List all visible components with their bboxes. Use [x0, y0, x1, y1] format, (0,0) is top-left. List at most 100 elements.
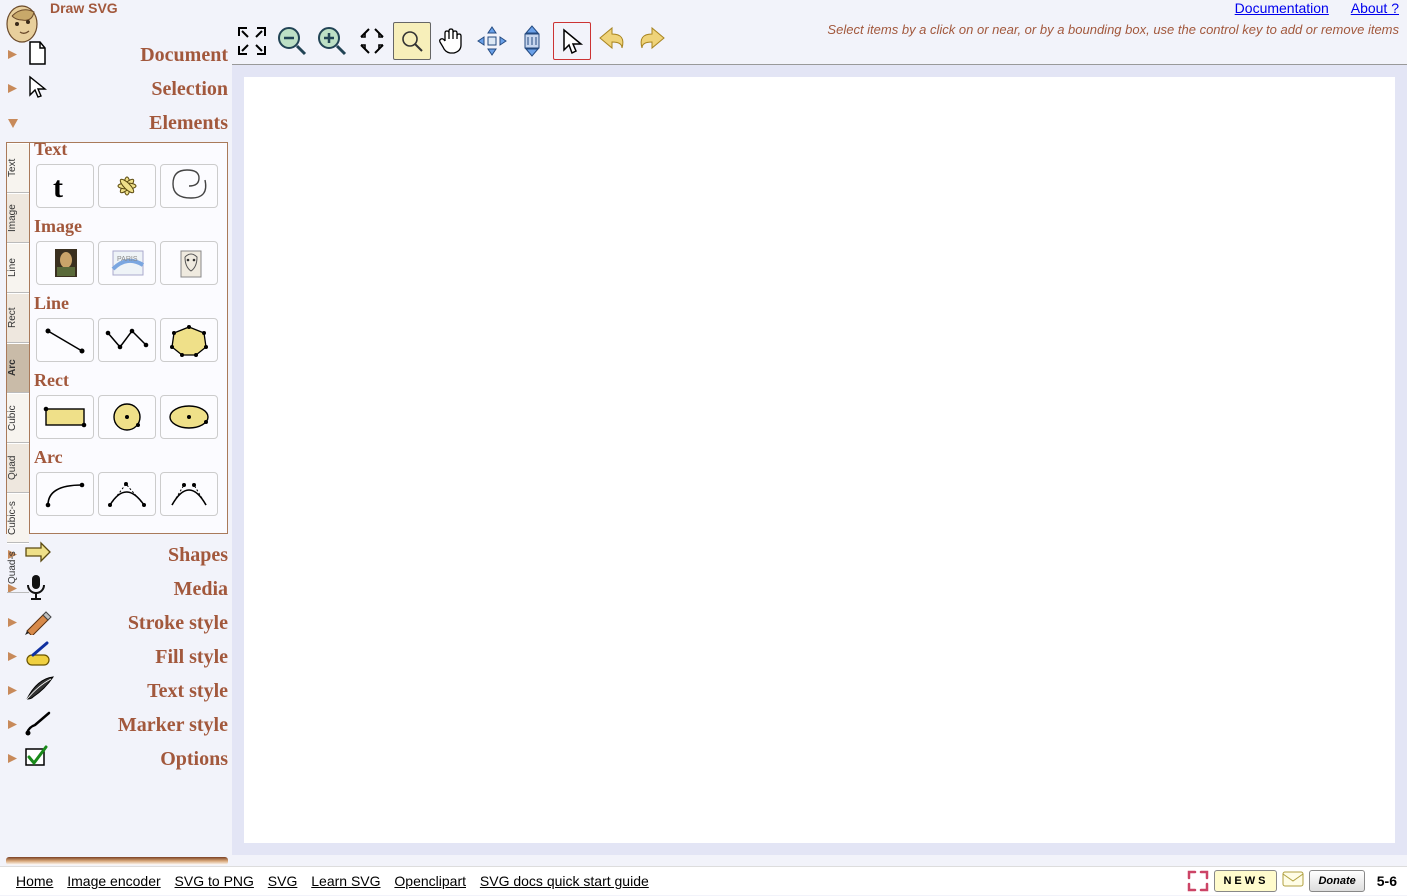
- elements-group-image: Image: [34, 216, 225, 237]
- expand-icon: [6, 616, 21, 631]
- menu-label: Options: [55, 748, 228, 771]
- element-arc3[interactable]: [160, 472, 218, 516]
- expand-icon: [6, 684, 21, 699]
- elements-tab-line[interactable]: Line: [7, 243, 29, 293]
- footer-link-home[interactable]: Home: [16, 873, 53, 889]
- expand-icon: [6, 718, 21, 733]
- document-icon: [23, 39, 55, 71]
- menu-shapes[interactable]: Shapes: [6, 538, 228, 572]
- footer-link-svg-to-png[interactable]: SVG to PNG: [175, 873, 254, 889]
- tool-scroll-vertical[interactable]: [513, 22, 551, 60]
- mail-icon[interactable]: [1281, 869, 1305, 893]
- app-title: Draw SVG: [50, 0, 118, 16]
- element-ellipse[interactable]: [160, 395, 218, 439]
- footer-links: Home Image encoder SVG to PNG SVG Learn …: [0, 873, 659, 889]
- documentation-link[interactable]: Documentation: [1235, 0, 1329, 16]
- element-bitmap[interactable]: [36, 241, 94, 285]
- tool-zoom-in[interactable]: [313, 22, 351, 60]
- fullscreen-icon[interactable]: [1186, 869, 1210, 893]
- elements-tab-rect[interactable]: Rect: [7, 293, 29, 343]
- menu-label: Marker style: [55, 714, 228, 737]
- footer-link-svg[interactable]: SVG: [268, 873, 298, 889]
- menu-label: Shapes: [55, 544, 228, 567]
- tool-zoom-fit-selection[interactable]: [353, 22, 391, 60]
- elements-group-text: Text: [34, 143, 225, 160]
- quill-icon: [23, 675, 55, 707]
- expand-icon: [6, 752, 21, 767]
- checkmark-icon: [23, 743, 55, 775]
- elements-tab-text[interactable]: Text: [7, 143, 29, 193]
- elements-tab-image[interactable]: Image: [7, 193, 29, 243]
- tool-pan[interactable]: [433, 22, 471, 60]
- menu-label: Media: [55, 578, 228, 601]
- menu-label: Elements: [23, 112, 228, 135]
- tool-select[interactable]: [553, 22, 591, 60]
- menu-label: Stroke style: [55, 612, 228, 635]
- footer-link-quickstart[interactable]: SVG docs quick start guide: [480, 873, 649, 889]
- tool-zoom-out[interactable]: [273, 22, 311, 60]
- tool-zoom-area[interactable]: [393, 22, 431, 60]
- sidebar-footer-bar: [6, 857, 228, 865]
- element-spiral[interactable]: [160, 164, 218, 208]
- footer-link-openclipart[interactable]: Openclipart: [394, 873, 466, 889]
- element-arc[interactable]: [36, 472, 94, 516]
- hint-text: Select items by a click on or near, or b…: [827, 22, 1399, 37]
- donate-button[interactable]: Donate: [1309, 870, 1364, 892]
- svg-text:PARIS: PARIS: [117, 256, 138, 263]
- svg-text:t: t: [53, 171, 63, 203]
- cursor-icon: [23, 73, 55, 105]
- element-flower[interactable]: [98, 164, 156, 208]
- menu-text-style[interactable]: Text style: [6, 674, 228, 708]
- elements-tab-quad[interactable]: Quad: [7, 443, 29, 493]
- element-text[interactable]: t: [36, 164, 94, 208]
- footer-link-learn-svg[interactable]: Learn SVG: [311, 873, 380, 889]
- menu-media[interactable]: Media: [6, 572, 228, 606]
- menu-fill-style[interactable]: Fill style: [6, 640, 228, 674]
- element-line[interactable]: [36, 318, 94, 362]
- menu-stroke-style[interactable]: Stroke style: [6, 606, 228, 640]
- element-arc2[interactable]: [98, 472, 156, 516]
- footer: Home Image encoder SVG to PNG SVG Learn …: [0, 866, 1407, 895]
- menu-label: Document: [55, 44, 228, 67]
- tool-fit-frame[interactable]: [233, 22, 271, 60]
- elements-panel: Text Image Line Rect Arc Cubic Quad Cubi…: [6, 142, 228, 534]
- elements-group-arc: Arc: [34, 447, 225, 468]
- menu-label: Text style: [55, 680, 228, 703]
- version-label: 5-6: [1377, 873, 1397, 889]
- news-badge[interactable]: NEWS: [1214, 870, 1277, 892]
- elements-group-line: Line: [34, 293, 225, 314]
- elements-tabs: Text Image Line Rect Arc Cubic Quad Cubi…: [7, 143, 29, 533]
- element-circle[interactable]: [98, 395, 156, 439]
- paint-roller-icon: [23, 641, 55, 673]
- menu-document[interactable]: Document: [6, 38, 228, 72]
- expand-icon: [6, 48, 21, 63]
- menu-label: Selection: [55, 78, 228, 101]
- elements-tab-arc[interactable]: Arc: [7, 343, 29, 393]
- tool-redo[interactable]: [633, 22, 671, 60]
- element-rect[interactable]: [36, 395, 94, 439]
- menu-label: Fill style: [55, 646, 228, 669]
- menu-selection[interactable]: Selection: [6, 72, 228, 106]
- footer-link-image-encoder[interactable]: Image encoder: [67, 873, 160, 889]
- element-polyline[interactable]: [98, 318, 156, 362]
- tool-scroll-4way[interactable]: [473, 22, 511, 60]
- canvas-viewport[interactable]: [232, 64, 1407, 855]
- expand-icon: [6, 82, 21, 97]
- expand-icon: [6, 650, 21, 665]
- elements-group-rect: Rect: [34, 370, 225, 391]
- tool-undo[interactable]: [593, 22, 631, 60]
- elements-tab-quads[interactable]: Quad-s: [7, 543, 29, 593]
- element-portrait[interactable]: [160, 241, 218, 285]
- svg-canvas[interactable]: [244, 77, 1395, 843]
- element-polygon[interactable]: [160, 318, 218, 362]
- collapse-icon: [6, 116, 21, 131]
- elements-tab-cubics[interactable]: Cubic-s: [7, 493, 29, 543]
- elements-tab-cubic[interactable]: Cubic: [7, 393, 29, 443]
- pencil-icon: [23, 607, 55, 639]
- brush-icon: [23, 709, 55, 741]
- about-link[interactable]: About ?: [1351, 0, 1399, 16]
- menu-elements[interactable]: Elements: [6, 106, 228, 140]
- menu-marker-style[interactable]: Marker style: [6, 708, 228, 742]
- menu-options[interactable]: Options: [6, 742, 228, 776]
- element-map[interactable]: PARIS: [98, 241, 156, 285]
